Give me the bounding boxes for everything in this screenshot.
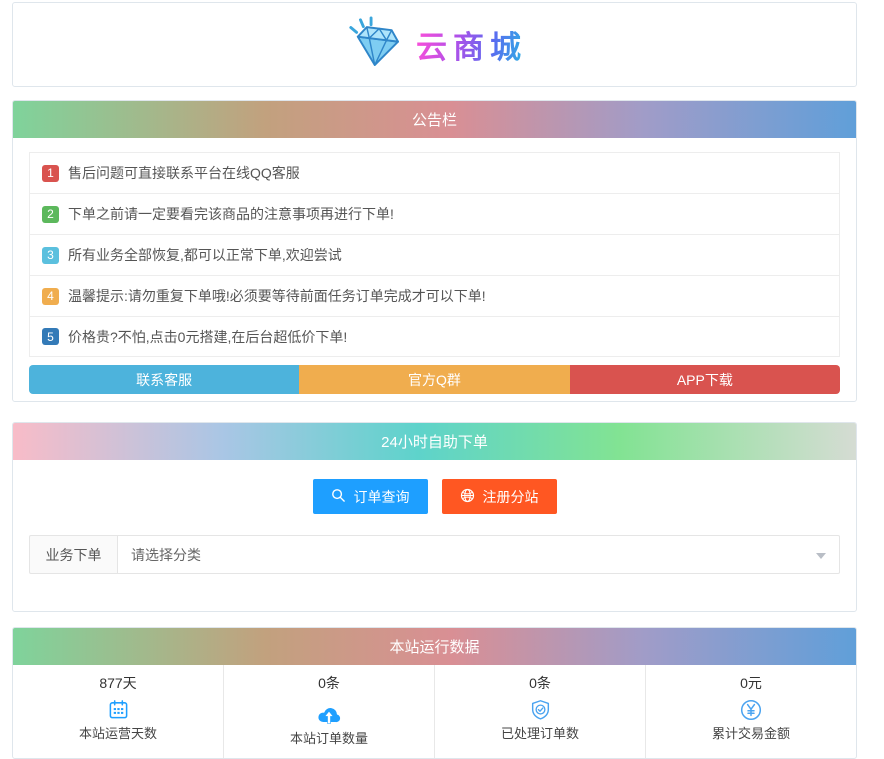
page: 云商城 公告栏 1 售后问题可直接联系平台在线QQ客服 2 下单之前请一定要看完…	[0, 0, 884, 759]
stat-label: 已处理订单数	[500, 726, 579, 741]
chevron-down-icon	[816, 553, 826, 559]
stats-row: 877天 本站运营天数 0条 本站订单数量 0条 已处理订单数 0元 累计交易金…	[13, 665, 856, 758]
diamond-icon	[342, 15, 404, 74]
site-logo: 云商城	[342, 15, 527, 74]
notice-list: 1 售后问题可直接联系平台在线QQ客服 2 下单之前请一定要看完该商品的注意事项…	[29, 152, 840, 357]
yen-circle-icon	[646, 699, 856, 721]
stat-order-count: 0条 本站订单数量	[223, 665, 434, 758]
notice-number-badge: 1	[42, 164, 59, 182]
notice-button-row: 联系客服 官方Q群 APP下载	[29, 365, 840, 394]
notice-number-badge: 2	[42, 205, 59, 223]
notice-text: 所有业务全部恢复,都可以正常下单,欢迎尝试	[68, 247, 342, 263]
stat-value: 0条	[529, 675, 551, 691]
stat-running-days: 877天 本站运营天数	[13, 665, 223, 758]
stat-value: 877天	[99, 675, 137, 691]
notice-text: 售后问题可直接联系平台在线QQ客服	[68, 165, 300, 181]
order-form-row: 业务下单 请选择分类	[29, 535, 840, 574]
logo-card: 云商城	[12, 2, 857, 87]
notice-text: 温馨提示:请勿重复下单哦!必须要等待前面任务订单完成才可以下单!	[68, 288, 486, 304]
stat-label: 本站订单数量	[289, 731, 368, 746]
category-select-placeholder: 请选择分类	[131, 546, 201, 563]
app-download-button[interactable]: APP下载	[569, 365, 840, 394]
calendar-icon	[13, 699, 223, 721]
site-title: 云商城	[416, 22, 527, 67]
order-query-label: 订单查询	[353, 488, 410, 505]
notice-item: 5 价格贵?不怕,点击0元搭建,在后台超低价下单!	[29, 316, 840, 357]
notice-card: 公告栏 1 售后问题可直接联系平台在线QQ客服 2 下单之前请一定要看完该商品的…	[12, 100, 857, 402]
order-body: 订单查询 注册分站 业务下单 请选择分类	[13, 460, 856, 611]
official-qq-group-button[interactable]: 官方Q群	[299, 365, 570, 394]
shield-check-icon	[435, 699, 645, 721]
stat-total-amount: 0元 累计交易金额	[645, 665, 856, 758]
stats-header: 本站运行数据	[13, 628, 856, 665]
notice-number-badge: 3	[42, 246, 59, 264]
notice-item: 1 售后问题可直接联系平台在线QQ客服	[29, 152, 840, 193]
order-header: 24小时自助下单	[13, 423, 856, 460]
stat-value: 0元	[740, 675, 762, 691]
order-action-row: 订单查询 注册分站	[29, 479, 840, 514]
notice-header: 公告栏	[13, 101, 856, 138]
register-substation-button[interactable]: 注册分站	[441, 479, 557, 514]
globe-icon	[460, 488, 475, 506]
register-substation-label: 注册分站	[482, 488, 539, 505]
stats-card: 本站运行数据 877天 本站运营天数 0条 本站订单数量 0条 已处理订单数 0…	[12, 627, 857, 759]
cloud-upload-icon	[224, 704, 434, 726]
stat-value-wrap: 0条	[224, 675, 434, 697]
search-icon	[331, 488, 346, 506]
contact-service-button[interactable]: 联系客服	[29, 365, 300, 394]
notice-number-badge: 4	[42, 287, 59, 305]
notice-text: 下单之前请一定要看完该商品的注意事项再进行下单!	[68, 206, 394, 222]
stat-label: 本站运营天数	[78, 726, 157, 741]
stat-processed-orders: 0条 已处理订单数	[434, 665, 645, 758]
order-query-button[interactable]: 订单查询	[312, 479, 428, 514]
order-card: 24小时自助下单 订单查询 注册分站 业务下单 请选择分类	[12, 422, 857, 612]
notice-text: 价格贵?不怕,点击0元搭建,在后台超低价下单!	[68, 328, 348, 345]
stat-label: 累计交易金额	[711, 726, 790, 741]
business-order-label: 业务下单	[29, 535, 118, 574]
notice-item: 2 下单之前请一定要看完该商品的注意事项再进行下单!	[29, 193, 840, 234]
notice-number-badge: 5	[42, 328, 59, 345]
stat-value: 0条	[318, 675, 340, 691]
category-select[interactable]: 请选择分类	[118, 535, 840, 574]
notice-body: 1 售后问题可直接联系平台在线QQ客服 2 下单之前请一定要看完该商品的注意事项…	[13, 138, 856, 401]
notice-item: 4 温馨提示:请勿重复下单哦!必须要等待前面任务订单完成才可以下单!	[29, 275, 840, 316]
notice-item: 3 所有业务全部恢复,都可以正常下单,欢迎尝试	[29, 234, 840, 275]
